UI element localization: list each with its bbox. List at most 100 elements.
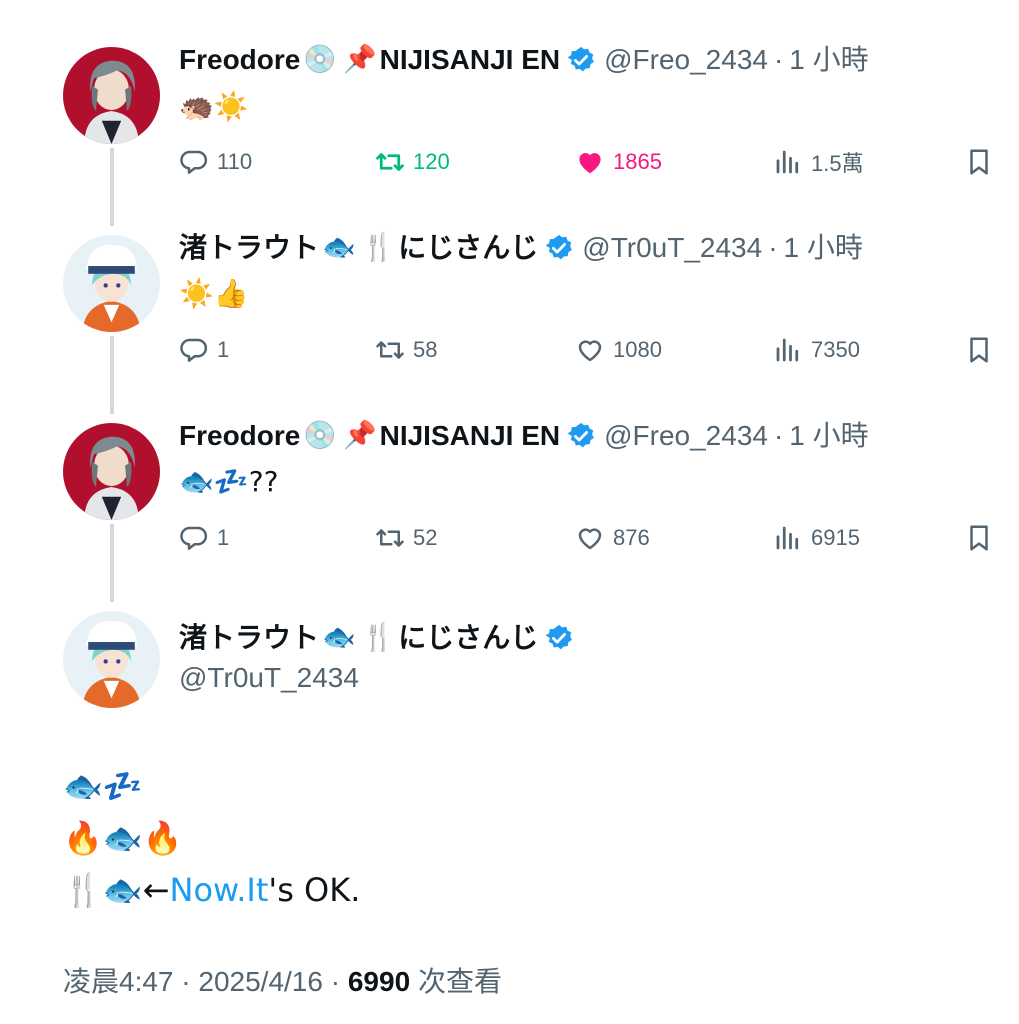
bookmark-icon — [970, 525, 988, 551]
avatar[interactable] — [63, 235, 160, 332]
name-emoji: 💿 — [303, 44, 337, 75]
main-tweet-handle-row: @Tr0uT_2434 — [179, 661, 359, 695]
like-button[interactable]: 876 — [575, 518, 650, 558]
retweet-count: 52 — [413, 525, 438, 550]
reply-count: 1 — [217, 337, 230, 362]
bookmark-icon — [970, 337, 988, 363]
separator-dot: · — [330, 966, 341, 997]
avatar-trout-image — [63, 235, 160, 332]
retweet-button[interactable]: 58 — [375, 330, 437, 370]
display-name[interactable]: Freodore — [179, 43, 300, 77]
views-icon — [776, 526, 799, 550]
like-count: 876 — [613, 525, 650, 550]
post-time[interactable]: 凌晨4:47 — [63, 966, 174, 997]
retweet-icon — [376, 341, 404, 359]
display-name[interactable]: Freodore — [179, 419, 300, 453]
reply-icon — [180, 338, 208, 362]
avatar[interactable] — [63, 47, 160, 144]
name-emoji: 🐟 — [322, 232, 356, 263]
heart-icon — [578, 528, 602, 550]
views-icon — [776, 150, 799, 174]
reply-icon — [180, 150, 208, 174]
bookmark-icon — [970, 149, 988, 175]
like-button[interactable]: 1865 — [575, 142, 662, 182]
reply-count: 1 — [217, 525, 230, 550]
thread-connector-line — [110, 148, 114, 226]
text-line: 🍴🐟←Now.It's OK. — [63, 864, 360, 916]
bookmark-button[interactable] — [959, 142, 999, 182]
timestamp[interactable]: 1 小時 — [789, 419, 868, 453]
tweet-actions: 1 52 876 6915 — [179, 518, 999, 558]
separator-dot: · — [773, 420, 784, 451]
main-tweet-text: 🐟💤 🔥🐟🔥 🍴🐟←Now.It's OK. — [63, 760, 360, 916]
reply-button[interactable]: 110 — [179, 142, 252, 182]
name-emoji: 🐟 — [322, 622, 356, 653]
name-emoji: 📌 — [342, 420, 377, 451]
name-emoji: 🍴 — [361, 622, 396, 653]
link-now-it[interactable]: Now.It — [170, 871, 269, 909]
affiliation-text: NIJISANJI EN — [379, 420, 561, 451]
main-tweet-header: 渚トラウト 🐟 🍴 にじさんじ — [179, 621, 582, 655]
like-count: 1080 — [613, 337, 662, 362]
text-line: 🔥🐟🔥 — [63, 819, 183, 857]
user-handle[interactable]: @Tr0uT_2434 — [179, 661, 359, 695]
view-count: 6915 — [811, 525, 860, 550]
view-count: 1.5萬 — [811, 151, 864, 176]
view-count: 7350 — [811, 337, 860, 362]
avatar-freodore-image — [63, 47, 160, 144]
separator-dot: · — [181, 966, 191, 997]
avatar-trout-image — [63, 611, 160, 708]
tweet-text: ☀️👍 — [179, 277, 249, 310]
verified-badge-icon — [566, 421, 596, 451]
retweet-icon — [376, 529, 404, 547]
tweet-text: 🦔☀️ — [179, 90, 249, 123]
views-button[interactable]: 1.5萬 — [773, 142, 864, 182]
reply-icon — [180, 526, 208, 550]
timestamp[interactable]: 1 小時 — [784, 231, 863, 265]
tweet-text: 🐟💤?? — [179, 465, 279, 498]
bookmark-button[interactable] — [959, 518, 999, 558]
like-count: 1865 — [613, 149, 662, 174]
view-count-label: 次查看 — [417, 966, 502, 997]
bookmark-button[interactable] — [959, 330, 999, 370]
display-name[interactable]: 渚トラウト — [179, 231, 319, 265]
tweet-actions: 1 58 1080 7350 — [179, 330, 999, 370]
tweet-header: 渚トラウト 🐟 🍴 にじさんじ @Tr0uT_2434 · 1 小時 — [179, 231, 863, 265]
retweet-count: 58 — [413, 337, 438, 362]
user-handle[interactable]: @Freo_2434 — [604, 419, 768, 453]
avatar[interactable] — [63, 611, 160, 708]
heart-icon — [578, 340, 602, 362]
timestamp[interactable]: 1 小時 — [789, 43, 868, 77]
retweet-count: 120 — [413, 149, 450, 174]
retweet-button[interactable]: 120 — [375, 142, 450, 182]
verified-badge-icon — [544, 623, 574, 653]
reply-button[interactable]: 1 — [179, 330, 229, 370]
views-button[interactable]: 7350 — [773, 330, 860, 370]
separator-dot: · — [768, 232, 778, 263]
name-emoji: 🍴 — [361, 232, 396, 263]
view-count: 6990 — [347, 966, 411, 997]
heart-icon — [579, 153, 601, 174]
verified-badge-icon — [544, 233, 574, 263]
reply-button[interactable]: 1 — [179, 518, 229, 558]
affiliation-text: NIJISANJI EN — [379, 44, 561, 75]
views-button[interactable]: 6915 — [773, 518, 860, 558]
post-date[interactable]: 2025/4/16 — [198, 966, 323, 997]
like-button[interactable]: 1080 — [575, 330, 662, 370]
name-emoji: 💿 — [303, 420, 337, 451]
tweet-meta: 凌晨4:47 · 2025/4/16 · 6990 次查看 — [63, 960, 502, 1000]
display-name[interactable]: 渚トラウト — [179, 621, 319, 655]
affiliation-text: にじさんじ — [398, 232, 539, 263]
user-handle[interactable]: @Freo_2434 — [604, 43, 768, 77]
tweet-header: Freodore 💿 📌 NIJISANJI EN @Freo_2434 · 1… — [179, 419, 869, 453]
user-handle[interactable]: @Tr0uT_2434 — [582, 231, 762, 265]
tweet-actions: 110 120 1865 1.5萬 — [179, 142, 999, 182]
tweet-header: Freodore 💿 📌 NIJISANJI EN @Freo_2434 · 1… — [179, 43, 869, 77]
views-icon — [776, 338, 799, 362]
name-emoji: 📌 — [342, 44, 377, 75]
affiliation-text: にじさんじ — [398, 622, 539, 653]
avatar-freodore-image — [63, 423, 160, 520]
retweet-button[interactable]: 52 — [375, 518, 437, 558]
avatar[interactable] — [63, 423, 160, 520]
verified-badge-icon — [566, 45, 596, 75]
